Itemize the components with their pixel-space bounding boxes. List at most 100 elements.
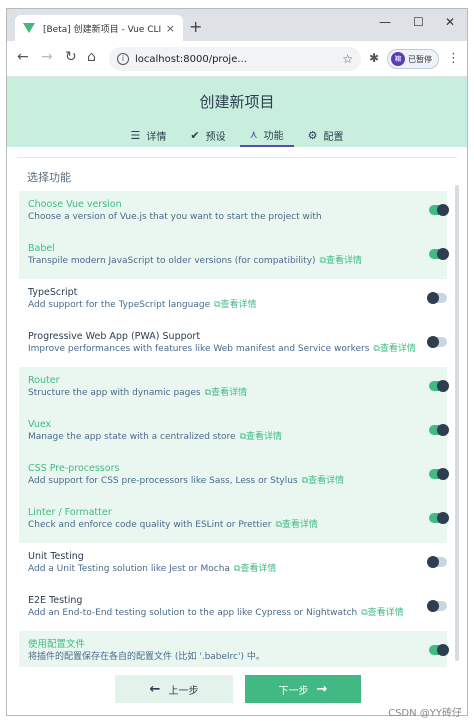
feature-description: Add support for CSS pre-processors like … xyxy=(28,475,407,487)
feature-item[interactable]: 使用配置文件 将插件的配置保存在各自的配置文件 (比如 '.babelrc') 中… xyxy=(19,631,449,667)
tab-details[interactable]: ☰ 详情 xyxy=(120,123,176,147)
feature-toggle[interactable] xyxy=(427,336,447,348)
feature-item[interactable]: Vuex Manage the app state with a centrali… xyxy=(19,411,449,455)
feature-description-text: Improve performances with features like … xyxy=(28,344,370,354)
feature-toggle[interactable] xyxy=(429,512,449,524)
feature-description-text: Add a Unit Testing solution like Jest or… xyxy=(28,564,230,574)
feature-list: Choose Vue version Choose a version of Vu… xyxy=(19,191,449,667)
more-info-label: 查看详情 xyxy=(281,520,318,530)
more-info-label: 查看详情 xyxy=(325,256,362,266)
feature-description: Transpile modern JavaScript to older ver… xyxy=(28,255,407,267)
feature-toggle[interactable] xyxy=(429,248,449,260)
more-info-label: 查看详情 xyxy=(246,432,283,442)
feature-item[interactable]: E2E Testing Add an End-to-End testing sol… xyxy=(19,587,447,631)
tab-strip: [Beta] 创建新项目 - Vue CLI × + — ☐ ✕ xyxy=(7,9,467,41)
back-icon[interactable]: ← xyxy=(17,49,29,65)
feature-name: Unit Testing xyxy=(28,551,84,562)
tab-label: 预设 xyxy=(205,131,226,143)
divider xyxy=(17,157,457,158)
more-info-link[interactable]: ⧉ 查看详情 xyxy=(373,344,415,354)
feature-description-text: Add an End-to-End testing solution to th… xyxy=(28,608,358,618)
feature-toggle[interactable] xyxy=(429,424,449,436)
toggle-knob xyxy=(437,248,449,260)
feature-item[interactable]: Babel Transpile modern JavaScript to olde… xyxy=(19,235,449,279)
feature-description-text: Transpile modern JavaScript to older ver… xyxy=(28,256,316,266)
feature-item[interactable]: Unit Testing Add a Unit Testing solution … xyxy=(19,543,447,587)
more-info-link[interactable]: ⧉ 查看详情 xyxy=(240,432,282,442)
home-icon[interactable]: ⌂ xyxy=(87,49,96,65)
more-info-link[interactable]: ⧉ 查看详情 xyxy=(214,300,256,310)
more-info-link[interactable]: ⧉ 查看详情 xyxy=(275,520,317,530)
tab-label: 配置 xyxy=(323,131,344,143)
previous-button-label: 上一步 xyxy=(168,685,199,697)
feature-description: Manage the app state with a centralized … xyxy=(28,431,407,443)
page-title: 创建新项目 xyxy=(199,93,275,111)
new-tab-icon[interactable]: + xyxy=(189,17,202,36)
maximize-icon[interactable]: ☐ xyxy=(413,15,424,29)
browser-tab[interactable]: [Beta] 创建新项目 - Vue CLI × xyxy=(15,15,183,41)
feature-description-text: Structure the app with dynamic pages xyxy=(28,388,201,398)
feature-toggle[interactable] xyxy=(429,468,449,480)
page-header: 创建新项目 ☰ 详情 ✔ 预设 ⋏ 功能 ⚙ 配置 xyxy=(7,77,467,147)
toolbar: ← → ↻ ⌂ i localhost:8000/proje... ☆ ✱ 嘛 … xyxy=(7,41,467,77)
feature-description: Add support for the TypeScript language ⧉… xyxy=(28,299,407,311)
feature-item[interactable]: TypeScript Add support for the TypeScript… xyxy=(19,279,447,323)
feature-toggle[interactable] xyxy=(429,204,449,216)
feature-panel: 选择功能 Choose Vue version Choose a version … xyxy=(7,147,467,667)
more-menu-icon[interactable]: ⋮ xyxy=(447,51,460,66)
feature-item[interactable]: Router Structure the app with dynamic pag… xyxy=(19,367,449,411)
profile-button[interactable]: 嘛 已暂停 xyxy=(387,49,439,69)
toggle-knob xyxy=(437,380,449,392)
url-text[interactable]: localhost:8000/proje... xyxy=(135,54,342,65)
feature-item[interactable]: CSS Pre-processors Add support for CSS pr… xyxy=(19,455,449,499)
feature-name: 使用配置文件 xyxy=(28,639,86,650)
close-window-icon[interactable]: ✕ xyxy=(445,15,455,29)
feature-description: Check and enforce code quality with ESLi… xyxy=(28,519,407,531)
browser-tab-title: [Beta] 创建新项目 - Vue CLI xyxy=(43,24,162,35)
feature-description: 将插件的配置保存在各自的配置文件 (比如 '.babelrc') 中。 xyxy=(28,651,407,663)
toggle-knob xyxy=(427,336,439,348)
feature-description-text: Check and enforce code quality with ESLi… xyxy=(28,520,272,530)
toggle-knob xyxy=(437,424,449,436)
more-info-label: 查看详情 xyxy=(379,344,416,354)
tab-config[interactable]: ⚙ 配置 xyxy=(298,123,354,147)
tab-presets[interactable]: ✔ 预设 xyxy=(180,123,235,147)
watermark: CSDN @YY砖仔 xyxy=(388,708,462,719)
more-info-label: 查看详情 xyxy=(367,608,404,618)
fork-icon: ⋏ xyxy=(249,127,258,141)
bookmark-star-icon[interactable]: ☆ xyxy=(342,52,353,66)
feature-toggle[interactable] xyxy=(429,644,449,656)
feature-toggle[interactable] xyxy=(427,556,447,568)
section-title: 选择功能 xyxy=(27,171,71,184)
feature-toggle[interactable] xyxy=(427,600,447,612)
forward-icon[interactable]: → xyxy=(41,49,53,65)
avatar: 嘛 xyxy=(391,52,405,66)
previous-button[interactable]: ← 上一步 xyxy=(115,675,233,703)
feature-name: Progressive Web App (PWA) Support xyxy=(28,331,201,342)
tab-features[interactable]: ⋏ 功能 xyxy=(239,123,294,147)
next-button[interactable]: 下一步 → xyxy=(245,675,361,703)
extensions-icon[interactable]: ✱ xyxy=(369,51,379,65)
more-info-link[interactable]: ⧉ 查看详情 xyxy=(361,608,403,618)
feature-toggle[interactable] xyxy=(427,292,447,304)
feature-item[interactable]: Linter / Formatter Check and enforce code… xyxy=(19,499,449,543)
toggle-knob xyxy=(437,512,449,524)
more-info-link[interactable]: ⧉ 查看详情 xyxy=(302,476,344,486)
feature-toggle[interactable] xyxy=(429,380,449,392)
feature-item[interactable]: Choose Vue version Choose a version of Vu… xyxy=(19,191,449,235)
reload-icon[interactable]: ↻ xyxy=(65,49,77,65)
next-button-label: 下一步 xyxy=(278,685,309,697)
minimize-icon[interactable]: — xyxy=(379,15,391,29)
more-info-link[interactable]: ⧉ 查看详情 xyxy=(205,388,247,398)
address-bar[interactable]: i localhost:8000/proje... ☆ xyxy=(109,47,361,71)
more-info-link[interactable]: ⧉ 查看详情 xyxy=(320,256,362,266)
more-info-link[interactable]: ⧉ 查看详情 xyxy=(234,564,276,574)
site-info-icon[interactable]: i xyxy=(117,53,129,65)
tab-close-icon[interactable]: × xyxy=(166,22,175,35)
feature-item[interactable]: Progressive Web App (PWA) Support Improve… xyxy=(19,323,447,367)
arrow-left-icon: ← xyxy=(149,681,161,697)
feature-name: Babel xyxy=(28,243,55,254)
list-icon: ☰ xyxy=(130,128,141,142)
scrollbar[interactable] xyxy=(455,185,459,661)
browser-window: [Beta] 创建新项目 - Vue CLI × + — ☐ ✕ ← → ↻ ⌂… xyxy=(6,8,468,716)
